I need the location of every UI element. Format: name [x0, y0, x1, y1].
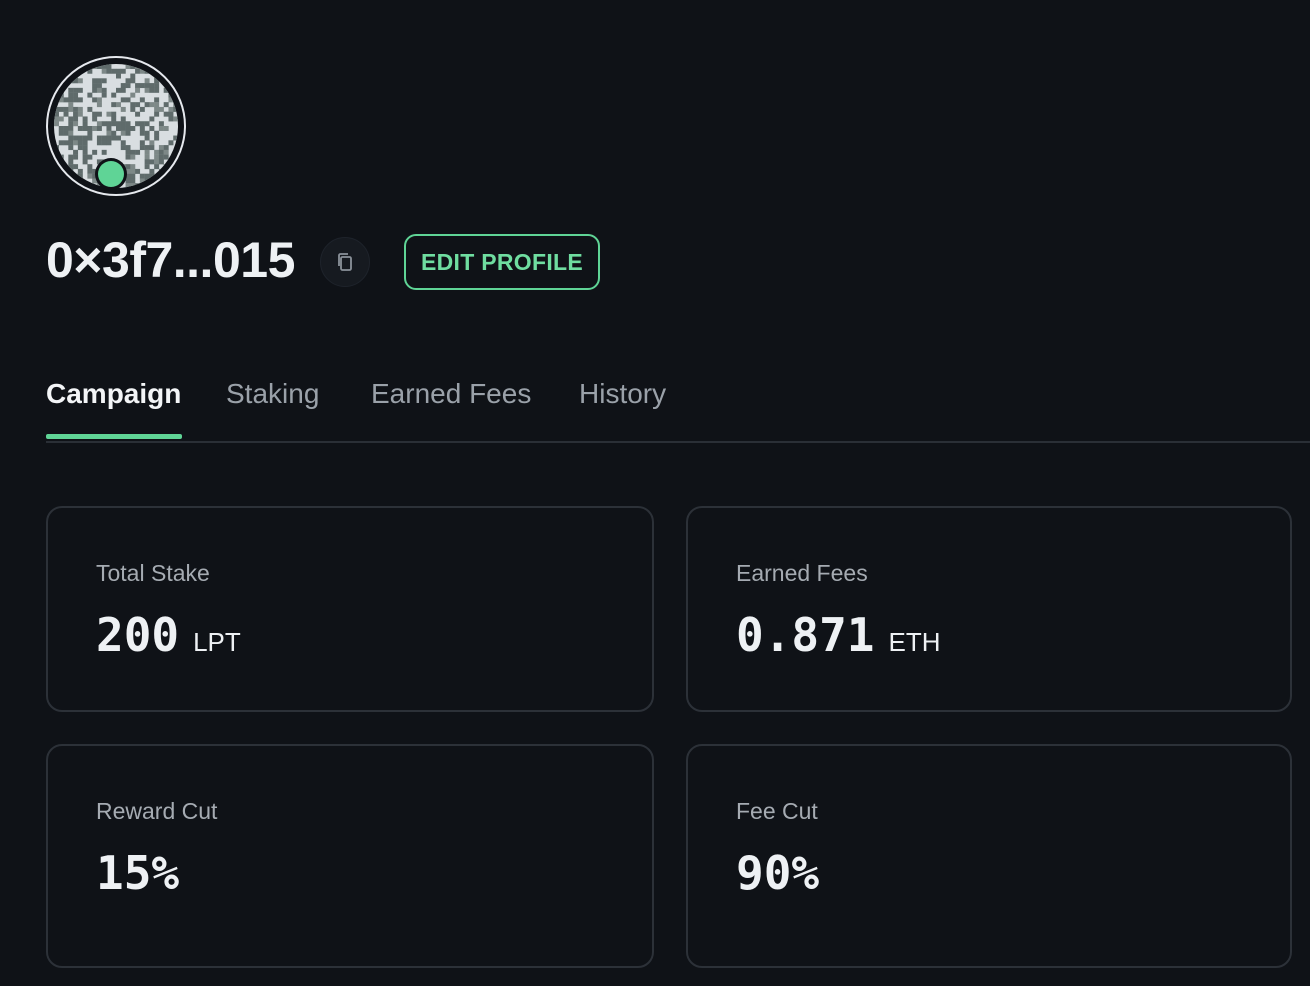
stat-unit: LPT — [193, 627, 241, 657]
stat-value: 15% — [96, 846, 180, 900]
tab-staking[interactable]: Staking — [226, 378, 319, 410]
profile-page: 0×3f7...015 EDIT PROFILE Campaign Stakin… — [0, 0, 1310, 986]
copy-address-button[interactable] — [320, 237, 370, 287]
stat-unit: ETH — [888, 627, 941, 657]
stat-label: Total Stake — [96, 560, 210, 586]
wallet-address: 0×3f7...015 — [46, 232, 295, 288]
active-tab-indicator — [46, 434, 182, 439]
stat-card-total-stake: Total Stake 200 LPT — [46, 506, 654, 712]
tab-bar: Campaign Staking Earned Fees History — [46, 360, 1310, 443]
edit-profile-button[interactable]: EDIT PROFILE — [404, 234, 600, 290]
stat-label: Fee Cut — [736, 798, 818, 824]
stat-label: Earned Fees — [736, 560, 868, 586]
stat-value: 200 LPT — [96, 608, 241, 662]
copy-icon — [338, 253, 352, 271]
stat-value: 0.871 ETH — [736, 608, 940, 662]
stat-value: 90% — [736, 846, 820, 900]
stat-card-earned-fees: Earned Fees 0.871 ETH — [686, 506, 1292, 712]
tab-campaign[interactable]: Campaign — [46, 378, 181, 410]
stat-card-fee-cut: Fee Cut 90% — [686, 744, 1292, 968]
stat-number: 0.871 — [736, 608, 875, 662]
online-status-indicator — [95, 158, 127, 190]
stat-label: Reward Cut — [96, 798, 218, 824]
stat-card-reward-cut: Reward Cut 15% — [46, 744, 654, 968]
tab-earned-fees[interactable]: Earned Fees — [371, 378, 531, 410]
tab-history[interactable]: History — [579, 378, 666, 410]
stat-number: 200 — [96, 608, 180, 662]
